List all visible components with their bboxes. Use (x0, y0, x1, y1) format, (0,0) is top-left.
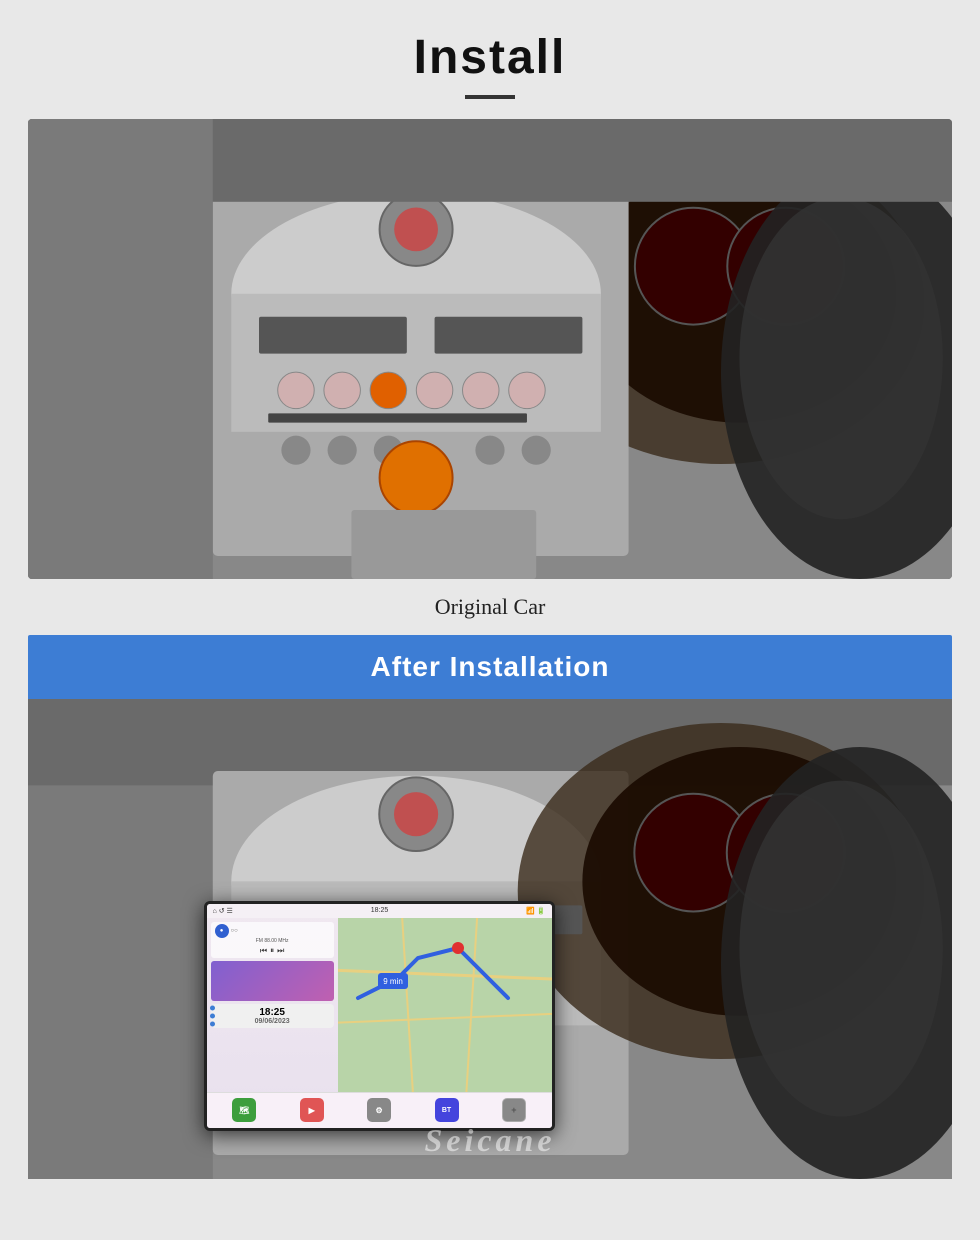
nav-dot-home[interactable] (210, 1005, 215, 1010)
app-video[interactable]: ▶ (300, 1098, 324, 1122)
screen-radio-area: ● ○○ FM 88.00 MHz ⏮ ⏸ ⏭ (211, 922, 334, 958)
screen-icons-left: ⌂ ↺ ☰ (213, 907, 233, 915)
clock-widget: 18:25 09/06/2023 (211, 1004, 334, 1028)
watermark: Seicane (424, 1122, 555, 1159)
screen-nav-dots (207, 1002, 217, 1029)
clock-time: 18:25 (217, 1007, 328, 1018)
screen-time: 18:25 (371, 907, 389, 914)
header-section: Install (0, 0, 980, 119)
head-unit-screen: ⌂ ↺ ☰ 18:25 📶 🔋 ● ○ (207, 904, 552, 1128)
title-divider (465, 95, 515, 99)
page-wrapper: Install (0, 0, 980, 1219)
after-installation-banner: After Installation (28, 635, 952, 699)
screen-left-panel: ● ○○ FM 88.00 MHz ⏮ ⏸ ⏭ (207, 918, 338, 1092)
music-widget (211, 961, 334, 1001)
prev-track-btn[interactable]: ⏮ (260, 946, 267, 956)
screen-body: ● ○○ FM 88.00 MHz ⏮ ⏸ ⏭ (207, 918, 552, 1092)
nav-dot-back[interactable] (210, 1013, 215, 1018)
after-installation-image: ⌂ ↺ ☰ 18:25 📶 🔋 ● ○ (28, 699, 952, 1179)
clock-date: 09/06/2023 (217, 1018, 328, 1025)
dashboard-original (28, 119, 952, 579)
app-maps[interactable]: 🗺 (232, 1098, 256, 1122)
radio-freq: FM 88.00 MHz (215, 938, 330, 944)
screen-status-bar: ⌂ ↺ ☰ 18:25 📶 🔋 (207, 904, 552, 918)
screen-icons-right: 📶 🔋 (526, 907, 545, 915)
radio-label: ○○ (231, 928, 238, 934)
original-car-image-container (28, 119, 952, 579)
svg-text:9 min: 9 min (383, 977, 403, 986)
head-unit: ⌂ ↺ ☰ 18:25 📶 🔋 ● ○ (204, 901, 555, 1131)
original-car-caption: Original Car (0, 579, 980, 635)
app-bluedio[interactable]: BT (435, 1098, 459, 1122)
nav-dot-menu[interactable] (210, 1021, 215, 1026)
play-btn[interactable]: ⏸ (270, 946, 274, 956)
original-car-image (28, 119, 952, 579)
page-title: Install (0, 30, 980, 85)
screen-map-panel: 9 min (338, 918, 552, 1092)
map-background: 9 min (338, 918, 552, 1092)
app-settings[interactable]: ⚙ (367, 1098, 391, 1122)
app-add[interactable]: + (502, 1098, 526, 1122)
next-track-btn[interactable]: ⏭ (277, 946, 284, 956)
after-installation-text: After Installation (371, 651, 610, 682)
